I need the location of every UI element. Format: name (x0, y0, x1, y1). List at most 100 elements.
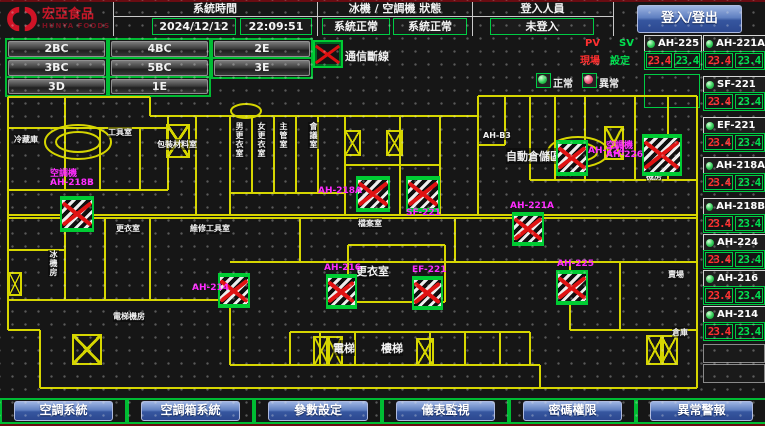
equipment-label: SF-221 (406, 208, 441, 218)
pv-value: 23.4 (705, 175, 733, 190)
room-label: 樓梯 (381, 340, 403, 356)
floor-frame: 1E (108, 76, 211, 97)
unit-ah-218b[interactable]: AH-218B (703, 198, 765, 215)
equipment-comm-loss-marker-ah226[interactable] (642, 134, 682, 176)
sv-value: 23.4 (735, 53, 763, 68)
abnormal-led-icon (582, 73, 597, 88)
floor-button-3bc[interactable]: 3BC (8, 60, 105, 76)
empty-frame (644, 74, 700, 108)
equipment-comm-loss-marker-ah216[interactable] (326, 274, 357, 309)
header-divider (613, 2, 614, 36)
unit-name: SF-221 (717, 79, 756, 90)
nav-frame: 空調箱系統 (127, 398, 254, 424)
stairs-icon (72, 334, 102, 365)
floor-button-2bc[interactable]: 2BC (8, 41, 105, 57)
equipment-comm-loss-marker-ah221a[interactable] (512, 212, 544, 246)
equipment-comm-loss-marker-ah218b[interactable] (60, 196, 94, 232)
floor-button-3d[interactable]: 3D (8, 79, 105, 94)
nav-button-abnormal-alarm[interactable]: 異常警報 (650, 401, 753, 421)
unit-ah-216-values: 23.4 23.4 (703, 286, 765, 305)
unit-ah-225[interactable]: AH-225 (644, 35, 702, 52)
machine-status-label: 冰機 / 空調機 狀態 (320, 2, 470, 16)
unit-ah-214[interactable]: AH-214 (703, 306, 765, 323)
normal-label: 正常 (553, 75, 573, 90)
sv-value: 23.4 (735, 94, 763, 109)
floor-frame: 3D (5, 76, 108, 97)
unit-sf-221[interactable]: SF-221 (703, 76, 765, 93)
unit-ah-218a[interactable]: AH-218A (703, 157, 765, 174)
nav-frame: 儀表監視 (382, 398, 509, 424)
unit-ef-221[interactable]: EF-221 (703, 117, 765, 134)
unit-ah-224-values: 23.4 23.4 (703, 250, 765, 269)
equipment-label: EF-221 (412, 265, 447, 275)
nav-button-ahu-system[interactable]: 空調箱系統 (141, 401, 240, 421)
equipment-comm-loss-marker-ef221[interactable] (412, 276, 443, 310)
equipment-comm-loss-marker-sf221[interactable] (406, 176, 440, 212)
room-label: 電梯 (333, 340, 355, 356)
hunya-logo-icon (6, 5, 38, 33)
room-label: 冰機房 (48, 250, 59, 277)
floor-button-4bc[interactable]: 4BC (111, 41, 208, 57)
sv-value: 23.4 (735, 175, 763, 190)
equipment-label: AH-218B (50, 178, 94, 188)
header-divider (113, 2, 114, 36)
stairs-icon (660, 335, 678, 365)
floor-button-5bc[interactable]: 5BC (111, 60, 208, 76)
unit-name: AH-216 (717, 273, 758, 284)
stairs-icon (416, 338, 434, 366)
equipment-label: AH-214 (192, 283, 229, 293)
nav-button-meter-monitor[interactable]: 儀表監視 (396, 401, 495, 421)
status-led-icon (706, 122, 714, 130)
nav-button-parameter-settings[interactable]: 參數設定 (268, 401, 368, 421)
sv-value: 23.4 (735, 288, 763, 303)
room-label: 更衣室 (116, 223, 140, 234)
floor-button-3e[interactable]: 3E (214, 60, 310, 76)
sv-value: 23.4 (674, 53, 700, 68)
system-date-value: 2024/12/12 (152, 18, 236, 35)
unit-ah-224[interactable]: AH-224 (703, 234, 765, 251)
unit-name: AH-218A (716, 160, 765, 171)
unit-sf-221-values: 23.4 23.4 (703, 92, 765, 111)
unit-name: AH-214 (717, 309, 758, 320)
logo: 宏亞食品 HUNYA FOODS (6, 4, 116, 34)
pv-value: 23.4 (705, 135, 733, 150)
comm-loss-label: 通信斷線 (345, 48, 389, 64)
floor-frame: 3E (211, 57, 313, 79)
unit-name: AH-218B (716, 201, 765, 212)
sv-label: SV (619, 38, 634, 49)
nav-frame: 密碼權限 (509, 398, 636, 424)
unit-ah-221a[interactable]: AH-221A (703, 35, 765, 52)
sv-cn-label: 設定 (610, 52, 630, 67)
unit-name: AH-225 (658, 38, 699, 49)
pv-value: 23.4 (705, 216, 733, 231)
floor-button-2e[interactable]: 2E (214, 41, 310, 57)
room-label: 自動倉儲區 (506, 148, 561, 164)
abnormal-label: 異常 (599, 75, 619, 90)
unit-ah-216[interactable]: AH-216 (703, 270, 765, 287)
header-divider (472, 2, 473, 36)
chiller-status-value: 系統正常 (322, 18, 390, 35)
sv-value: 23.4 (735, 135, 763, 150)
equipment-label: AH-225 (557, 259, 594, 269)
equipment-comm-loss-marker-ah224[interactable] (556, 140, 588, 176)
unit-ah-214-values: 23.4 23.4 (703, 322, 765, 341)
system-time-label: 系統時間 (120, 2, 310, 16)
login-logout-button[interactable]: 登入/登出 (637, 5, 742, 33)
unit-ah-225-values: 23.4 23.4 (644, 51, 702, 70)
nav-button-ac-system[interactable]: 空調系統 (14, 401, 113, 421)
equipment-comm-loss-marker-ah225[interactable] (556, 270, 588, 305)
equipment-label: AH-226 (606, 150, 643, 160)
system-time-value: 22:09:51 (240, 18, 312, 35)
unit-ef-221-values: 23.4 23.4 (703, 133, 765, 152)
room-label: 冷藏庫 (14, 134, 38, 145)
room-label: 倉庫 (672, 327, 688, 338)
login-status-value: 未登入 (490, 18, 594, 35)
room-label: 會議室 (308, 122, 319, 149)
status-led-icon (706, 40, 713, 48)
floor-button-1e[interactable]: 1E (111, 79, 208, 94)
nav-frame: 空調系統 (0, 398, 127, 424)
nav-button-password-authority[interactable]: 密碼權限 (523, 401, 622, 421)
status-led-icon (647, 40, 655, 48)
sv-value: 23.4 (735, 324, 763, 339)
status-led-icon (706, 81, 714, 89)
